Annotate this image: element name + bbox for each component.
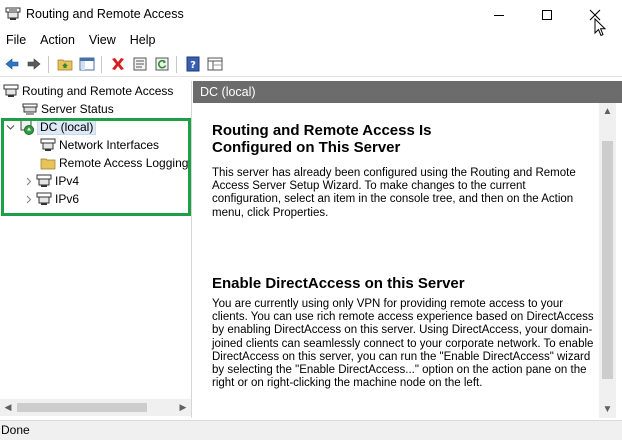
- menu-file[interactable]: File: [0, 30, 33, 50]
- up-one-level-button[interactable]: [54, 54, 75, 75]
- maximize-button[interactable]: [524, 0, 570, 30]
- tree-item-routing-root[interactable]: Routing and Remote Access: [3, 82, 173, 100]
- console-view-button[interactable]: [204, 54, 225, 75]
- details-content: Routing and Remote Access Is Configured …: [212, 122, 594, 389]
- back-button[interactable]: [1, 54, 22, 75]
- scroll-right-icon[interactable]: ▶: [177, 402, 189, 413]
- collapse-chevron-icon[interactable]: [4, 119, 16, 135]
- details-header: DC (local): [193, 81, 622, 103]
- maximize-icon: [542, 10, 552, 20]
- details-pane: DC (local) Routing and Remote Access Is …: [193, 81, 622, 418]
- tree-label: Routing and Remote Access: [22, 84, 174, 98]
- title-bar[interactable]: Routing and Remote Access: [0, 0, 622, 37]
- directaccess-description: You are currently using only VPN for pro…: [212, 298, 594, 390]
- toolbar-separator: [101, 55, 102, 73]
- forward-button[interactable]: [23, 54, 44, 75]
- console-view-icon: [207, 57, 222, 71]
- tree-label: Remote Access Logging: [59, 156, 189, 170]
- delete-button[interactable]: [107, 54, 128, 75]
- scroll-up-icon[interactable]: ▲: [599, 103, 616, 120]
- delete-x-icon: [111, 58, 124, 70]
- svg-text:?: ?: [190, 60, 196, 71]
- menu-view[interactable]: View: [82, 30, 123, 50]
- tree-item-server-status[interactable]: Server Status: [22, 100, 114, 118]
- tree-label: IPv6: [55, 192, 80, 206]
- menu-bar: File Action View Help: [0, 30, 622, 50]
- forward-arrow-icon: [27, 58, 40, 70]
- refresh-button[interactable]: [151, 54, 172, 75]
- folder-up-icon: [57, 59, 72, 71]
- refresh-icon: [155, 57, 168, 71]
- properties-button[interactable]: [129, 54, 150, 75]
- folder-icon: [40, 158, 56, 170]
- configured-heading-line1: Routing and Remote Access Is: [212, 122, 432, 139]
- configured-description: This server has already been configured …: [212, 167, 576, 219]
- directaccess-heading: Enable DirectAccess on this Server: [212, 275, 465, 292]
- minimize-icon: [494, 15, 504, 16]
- toolbar-separator: [48, 55, 49, 73]
- expand-chevron-icon[interactable]: [22, 191, 34, 207]
- server-status-icon: [22, 103, 38, 115]
- console-tree[interactable]: Routing and Remote Access Server Status …: [0, 81, 192, 418]
- tree-horizontal-scrollbar[interactable]: ◀ ▶: [0, 399, 191, 416]
- help-button[interactable]: ?: [182, 54, 203, 75]
- tree-item-ipv6[interactable]: IPv6: [22, 190, 79, 208]
- scrollbar-thumb[interactable]: [17, 403, 147, 412]
- back-arrow-icon: [5, 58, 18, 70]
- tree-item-remote-access-logging[interactable]: Remote Access Logging: [40, 154, 188, 172]
- tree-label-selected: DC (local): [37, 119, 97, 135]
- menu-action[interactable]: Action: [33, 30, 82, 50]
- show-hide-console-tree-button[interactable]: [76, 54, 97, 75]
- tree-item-ipv4[interactable]: IPv4: [22, 172, 79, 190]
- console-tree-icon: [79, 57, 94, 71]
- window-title: Routing and Remote Access: [26, 7, 184, 21]
- minimize-button[interactable]: [476, 0, 522, 30]
- configured-heading-line2: Configured on This Server: [212, 139, 401, 156]
- tree-item-network-interfaces[interactable]: Network Interfaces: [40, 136, 159, 154]
- network-interfaces-icon: [40, 138, 56, 151]
- server-up-green-icon: [20, 119, 34, 135]
- toolbar-separator: [176, 55, 177, 73]
- help-icon: ?: [186, 56, 199, 72]
- scrollbar-thumb[interactable]: [602, 141, 613, 379]
- details-vertical-scrollbar[interactable]: ▲ ▼: [599, 103, 616, 418]
- scroll-down-icon[interactable]: ▼: [599, 401, 616, 418]
- tree-label: IPv4: [55, 174, 80, 188]
- ipv6-node-icon: [36, 192, 52, 205]
- status-bar: Done: [0, 420, 622, 440]
- expand-chevron-icon[interactable]: [22, 173, 34, 189]
- toolbar: ?: [0, 52, 622, 77]
- app-window: Routing and Remote Access File Action Vi…: [0, 0, 622, 440]
- tree-label: Network Interfaces: [59, 138, 160, 152]
- scroll-left-icon[interactable]: ◀: [2, 402, 14, 413]
- menu-help[interactable]: Help: [123, 30, 163, 50]
- server-tree-icon: [3, 84, 19, 97]
- tree-item-dc-local[interactable]: DC (local): [4, 118, 97, 136]
- configured-heading: Routing and Remote Access Is Configured …: [212, 122, 592, 156]
- properties-icon: [133, 57, 146, 71]
- ipv4-node-icon: [36, 174, 52, 187]
- tree-label: Server Status: [41, 102, 114, 116]
- routing-app-icon: [5, 7, 21, 20]
